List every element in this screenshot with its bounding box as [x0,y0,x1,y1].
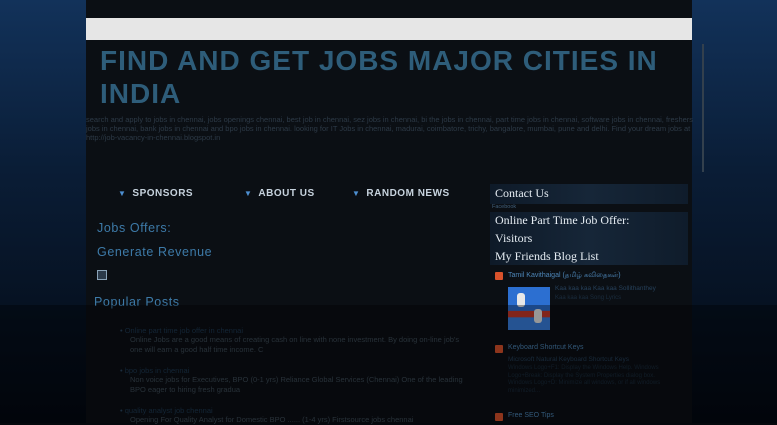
post-snippet: Non voice jobs for Executives, BPO (0-1 … [130,375,463,394]
visitors-title: Visitors [495,231,533,245]
nav-item-random-news[interactable]: ▼ RANDOM NEWS [352,188,450,199]
info-widget: Online Part Time Job Offer: Visitors My … [490,212,688,265]
nav-label: ABOUT US [258,188,315,199]
post-link[interactable]: quality analyst job chennai [120,406,470,415]
blog-snippet: Windows Logo+F1: Display the Windows Hel… [508,365,661,394]
post-snippet: Opening For Quality Analyst for Domestic… [130,415,414,424]
blog-post-title[interactable]: Microsoft Natural Keyboard Shortcut Keys [508,356,629,364]
blog-name[interactable]: Free SEO Tips [508,412,554,419]
blog-post-title[interactable]: Kaa kaa kaa Kaa kaa Sollithanthey [555,285,675,293]
main-nav: ▼ SPONSORS ▼ ABOUT US ▼ RANDOM NEWS [86,184,486,206]
blog-name[interactable]: Keyboard Shortcut Keys [508,344,584,351]
nav-label: RANDOM NEWS [366,188,450,199]
blog-list-title: My Friends Blog List [495,249,599,263]
contact-widget: Contact Us [490,184,688,204]
blog-name[interactable]: Tamil Kavithaigal (தமிழ் கவிதைகள்) [508,271,621,280]
popular-post-item: bpo jobs in chennai Non voice jobs for E… [120,366,470,395]
contact-title[interactable]: Contact Us [495,186,549,201]
popular-post-item: Online part time job offer in chennai On… [120,326,470,355]
sidebar: Contact Us Facebook Online Part Time Job… [490,184,688,423]
generate-revenue-heading: Generate Revenue [97,245,213,259]
blog-list-item: Free SEO Tips [495,412,685,423]
thumbnail-figure [534,309,542,323]
nav-label: SPONSORS [132,188,194,199]
header-divider [702,44,704,172]
blogger-icon [495,272,503,280]
blog-list-item: Keyboard Shortcut Keys Microsoft Natural… [495,344,685,405]
blog-thumbnail[interactable] [508,287,550,330]
blogger-icon [495,345,503,353]
background-left [0,0,86,423]
blog-snippet: Kaa kaa kaa Song Lyrics [555,295,622,301]
blog-list-item: Tamil Kavithaigal (தமிழ் கவிதைகள்) Kaa k… [495,272,685,338]
chevron-down-icon: ▼ [118,189,127,198]
chevron-down-icon: ▼ [244,189,253,198]
facebook-label[interactable]: Facebook [492,204,516,210]
post-link[interactable]: bpo jobs in chennai [120,366,470,375]
top-navbar [86,18,692,40]
chevron-down-icon: ▼ [352,189,361,198]
popular-posts-heading: Popular Posts [94,295,180,309]
part-time-title: Online Part Time Job Offer: [495,213,630,227]
site-description: search and apply to jobs in chennai, job… [86,115,694,142]
blogger-icon [495,413,503,421]
post-link[interactable]: Online part time job offer in chennai [120,326,470,335]
popular-post-item: quality analyst job chennai Opening For … [120,406,470,425]
nav-item-about-us[interactable]: ▼ ABOUT US [244,188,315,199]
jobs-offers-heading: Jobs Offers: [97,221,172,235]
post-snippet: Online Jobs are a good means of creating… [130,335,460,354]
nav-item-sponsors[interactable]: ▼ SPONSORS [118,188,193,199]
broken-image-icon[interactable] [97,270,107,280]
site-title[interactable]: FIND AND GET JOBS MAJOR CITIES IN INDIA [100,44,700,110]
thumbnail-figure [517,293,525,307]
